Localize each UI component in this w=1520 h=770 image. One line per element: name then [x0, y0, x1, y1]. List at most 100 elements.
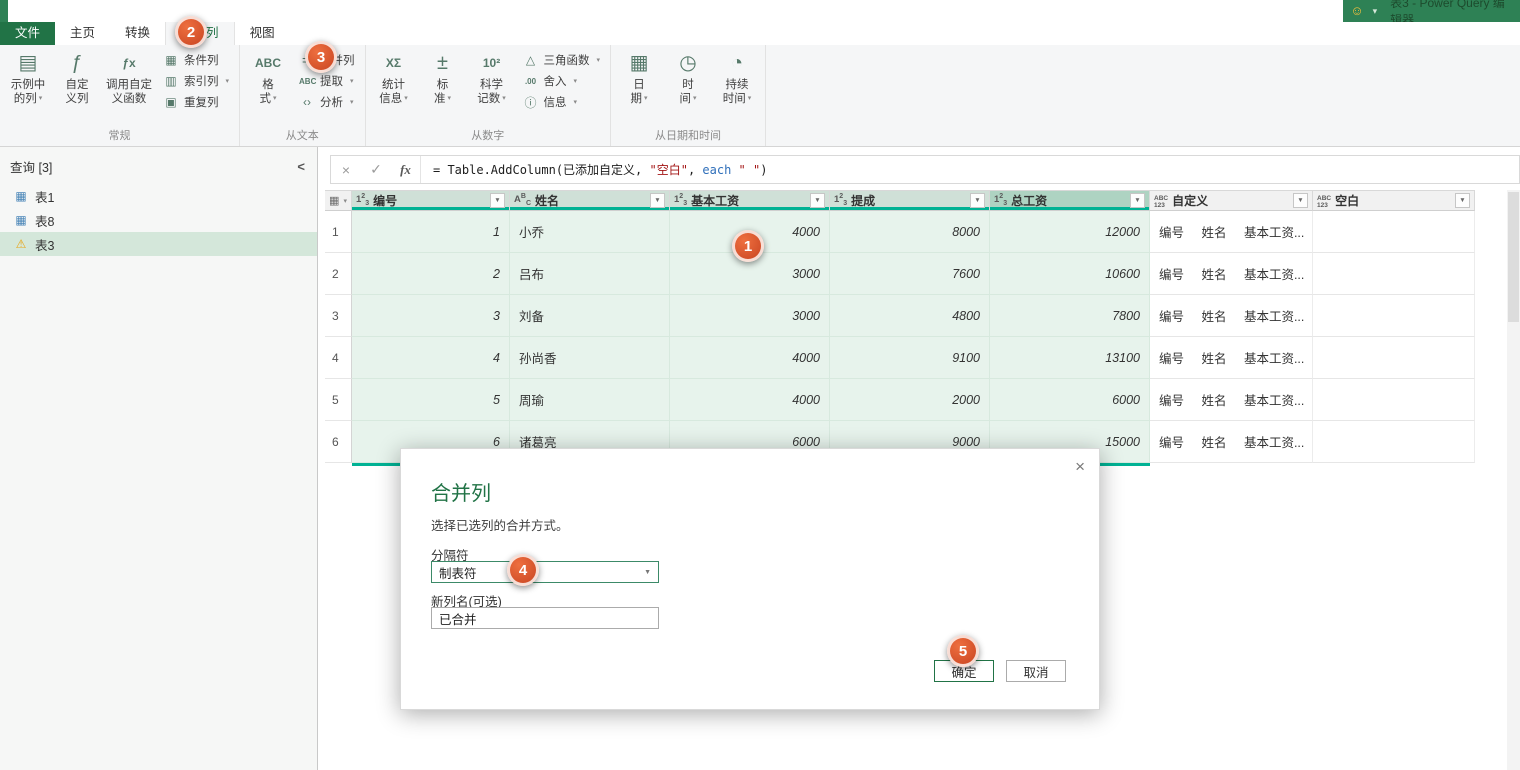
cell-r5-c4[interactable]: 6000 — [990, 379, 1150, 421]
cell-r1-c4[interactable]: 12000 — [990, 211, 1150, 253]
cell-r2-c6[interactable] — [1313, 253, 1475, 295]
duration-button[interactable]: ◔持续时间▾ — [714, 48, 760, 108]
row-number-3[interactable]: 3 — [325, 295, 352, 337]
quick-access-dropdown-icon[interactable]: ▾ — [1373, 0, 1378, 22]
query-item-3[interactable]: ⚠表3 — [0, 232, 317, 256]
filter-button[interactable]: ▼ — [1293, 193, 1308, 208]
cell-r5-c6[interactable] — [1313, 379, 1475, 421]
invoke-custom-function-button[interactable]: ƒx调用自定义函数 — [103, 48, 155, 108]
filter-button[interactable]: ▼ — [650, 193, 665, 208]
query-item-1[interactable]: ▦表1 — [0, 184, 317, 208]
row-number-1[interactable]: 1 — [325, 211, 352, 253]
cell-r2-c1[interactable]: 吕布 — [510, 253, 670, 295]
cell-r5-c1[interactable]: 周瑜 — [510, 379, 670, 421]
column-header-3[interactable]: 123提成▼ — [830, 190, 990, 211]
rounding-button-label: 舍入 — [544, 73, 567, 89]
formula-fx-icon[interactable]: fx — [391, 156, 421, 183]
time-button[interactable]: ◷时间▾ — [665, 48, 711, 108]
filter-button[interactable]: ▼ — [1130, 193, 1145, 208]
cell-r4-c6[interactable] — [1313, 337, 1475, 379]
column-header-6[interactable]: ABC123空白▼ — [1313, 190, 1475, 211]
column-from-examples-button[interactable]: ▤示例中的列▾ — [5, 48, 51, 108]
formula-cancel-icon[interactable]: × — [331, 162, 361, 178]
row-number-5[interactable]: 5 — [325, 379, 352, 421]
cell-r4-c0[interactable]: 4 — [352, 337, 510, 379]
cell-r5-c5[interactable]: 编号 姓名 基本工资... — [1150, 379, 1313, 421]
cell-r3-c3[interactable]: 4800 — [830, 295, 990, 337]
cancel-button[interactable]: 取消 — [1006, 660, 1066, 682]
date-button[interactable]: ▦日期▾ — [616, 48, 662, 108]
cell-r3-c4[interactable]: 7800 — [990, 295, 1150, 337]
cell-r2-c0[interactable]: 2 — [352, 253, 510, 295]
duplicate-column-button[interactable]: ▣重复列 — [158, 92, 234, 112]
cell-r6-c5[interactable]: 编号 姓名 基本工资... — [1150, 421, 1313, 463]
close-icon[interactable]: × — [1075, 457, 1085, 477]
column-header-0[interactable]: 123编号▼ — [352, 190, 510, 211]
cell-r1-c1[interactable]: 小乔 — [510, 211, 670, 253]
ribbon-group-items-from-number: XΣ统计信息▾±标准▾10²科学记数▾△三角函数▾.00舍入▾ⓘ信息▾ — [369, 46, 608, 126]
scrollbar-thumb[interactable] — [1508, 192, 1519, 322]
cell-r2-c4[interactable]: 10600 — [990, 253, 1150, 295]
cell-r3-c6[interactable] — [1313, 295, 1475, 337]
conditional-column-button[interactable]: ▦条件列 — [158, 50, 234, 70]
separator-dropdown[interactable]: 制表符 ▼ — [431, 561, 659, 583]
index-column-button[interactable]: ▥索引列▾ — [158, 71, 234, 91]
cell-r1-c6[interactable] — [1313, 211, 1475, 253]
cell-r1-c3[interactable]: 8000 — [830, 211, 990, 253]
cell-r2-c3[interactable]: 7600 — [830, 253, 990, 295]
new-column-input[interactable] — [431, 607, 659, 629]
cell-r4-c5[interactable]: 编号 姓名 基本工资... — [1150, 337, 1313, 379]
cell-r2-c5[interactable]: 编号 姓名 基本工资... — [1150, 253, 1313, 295]
cell-r3-c0[interactable]: 3 — [352, 295, 510, 337]
column-header-1[interactable]: ABC姓名▼ — [510, 190, 670, 211]
filter-button[interactable]: ▼ — [810, 193, 825, 208]
tab-transform[interactable]: 转换 — [110, 22, 165, 45]
query-item-2[interactable]: ▦表8 — [0, 208, 317, 232]
row-number-6[interactable]: 6 — [325, 421, 352, 463]
tab-file[interactable]: 文件 — [0, 22, 55, 45]
formula-text[interactable]: = Table.AddColumn(已添加自定义, "空白", each " "… — [421, 161, 767, 178]
cell-r3-c2[interactable]: 3000 — [670, 295, 830, 337]
cell-r4-c2[interactable]: 4000 — [670, 337, 830, 379]
formula-check-icon[interactable]: ✓ — [361, 161, 391, 178]
statistics-button[interactable]: XΣ统计信息▾ — [371, 48, 417, 108]
trigonometry-button[interactable]: △三角函数▾ — [518, 50, 606, 70]
ribbon-tab-bar: 文件主页转换添加列视图 — [0, 22, 1520, 45]
date-icon: ▦ — [619, 50, 659, 77]
format-button[interactable]: ABC格式▾ — [245, 48, 291, 108]
row-number-4[interactable]: 4 — [325, 337, 352, 379]
cell-r5-c0[interactable]: 5 — [352, 379, 510, 421]
extract-button[interactable]: ABC提取▾ — [294, 71, 360, 91]
tab-view[interactable]: 视图 — [235, 22, 290, 45]
cell-r5-c2[interactable]: 4000 — [670, 379, 830, 421]
column-header-2[interactable]: 123基本工资▼ — [670, 190, 830, 211]
scientific-button[interactable]: 10²科学记数▾ — [469, 48, 515, 108]
smiley-icon[interactable]: ☺ — [1350, 0, 1363, 22]
information-button[interactable]: ⓘ信息▾ — [518, 92, 606, 112]
filter-button[interactable]: ▼ — [970, 193, 985, 208]
parse-button[interactable]: ‹›分析▾ — [294, 92, 360, 112]
dropdown-caret-icon: ▾ — [597, 56, 601, 64]
rounding-button[interactable]: .00舍入▾ — [518, 71, 606, 91]
custom-column-button[interactable]: ƒ自定义列 — [54, 48, 100, 108]
ribbon-group-items-general: ▤示例中的列▾ƒ自定义列ƒx调用自定义函数▦条件列▥索引列▾▣重复列 — [3, 46, 236, 126]
filter-button[interactable]: ▼ — [1455, 193, 1470, 208]
cell-r3-c5[interactable]: 编号 姓名 基本工资... — [1150, 295, 1313, 337]
cell-r6-c6[interactable] — [1313, 421, 1475, 463]
standard-button[interactable]: ±标准▾ — [420, 48, 466, 108]
cell-r1-c0[interactable]: 1 — [352, 211, 510, 253]
cell-r4-c4[interactable]: 13100 — [990, 337, 1150, 379]
column-header-5[interactable]: ABC123自定义▼ — [1150, 190, 1313, 211]
collapse-pane-button[interactable]: < — [297, 159, 305, 174]
table-corner-button[interactable]: ▦▾ — [325, 190, 352, 211]
filter-button[interactable]: ▼ — [490, 193, 505, 208]
cell-r1-c5[interactable]: 编号 姓名 基本工资... — [1150, 211, 1313, 253]
cell-r5-c3[interactable]: 2000 — [830, 379, 990, 421]
cell-r4-c1[interactable]: 孙尚香 — [510, 337, 670, 379]
cell-r3-c1[interactable]: 刘备 — [510, 295, 670, 337]
tab-home[interactable]: 主页 — [55, 22, 110, 45]
column-header-4[interactable]: 123总工资▼ — [990, 190, 1150, 211]
vertical-scrollbar[interactable] — [1507, 190, 1520, 770]
row-number-2[interactable]: 2 — [325, 253, 352, 295]
cell-r4-c3[interactable]: 9100 — [830, 337, 990, 379]
